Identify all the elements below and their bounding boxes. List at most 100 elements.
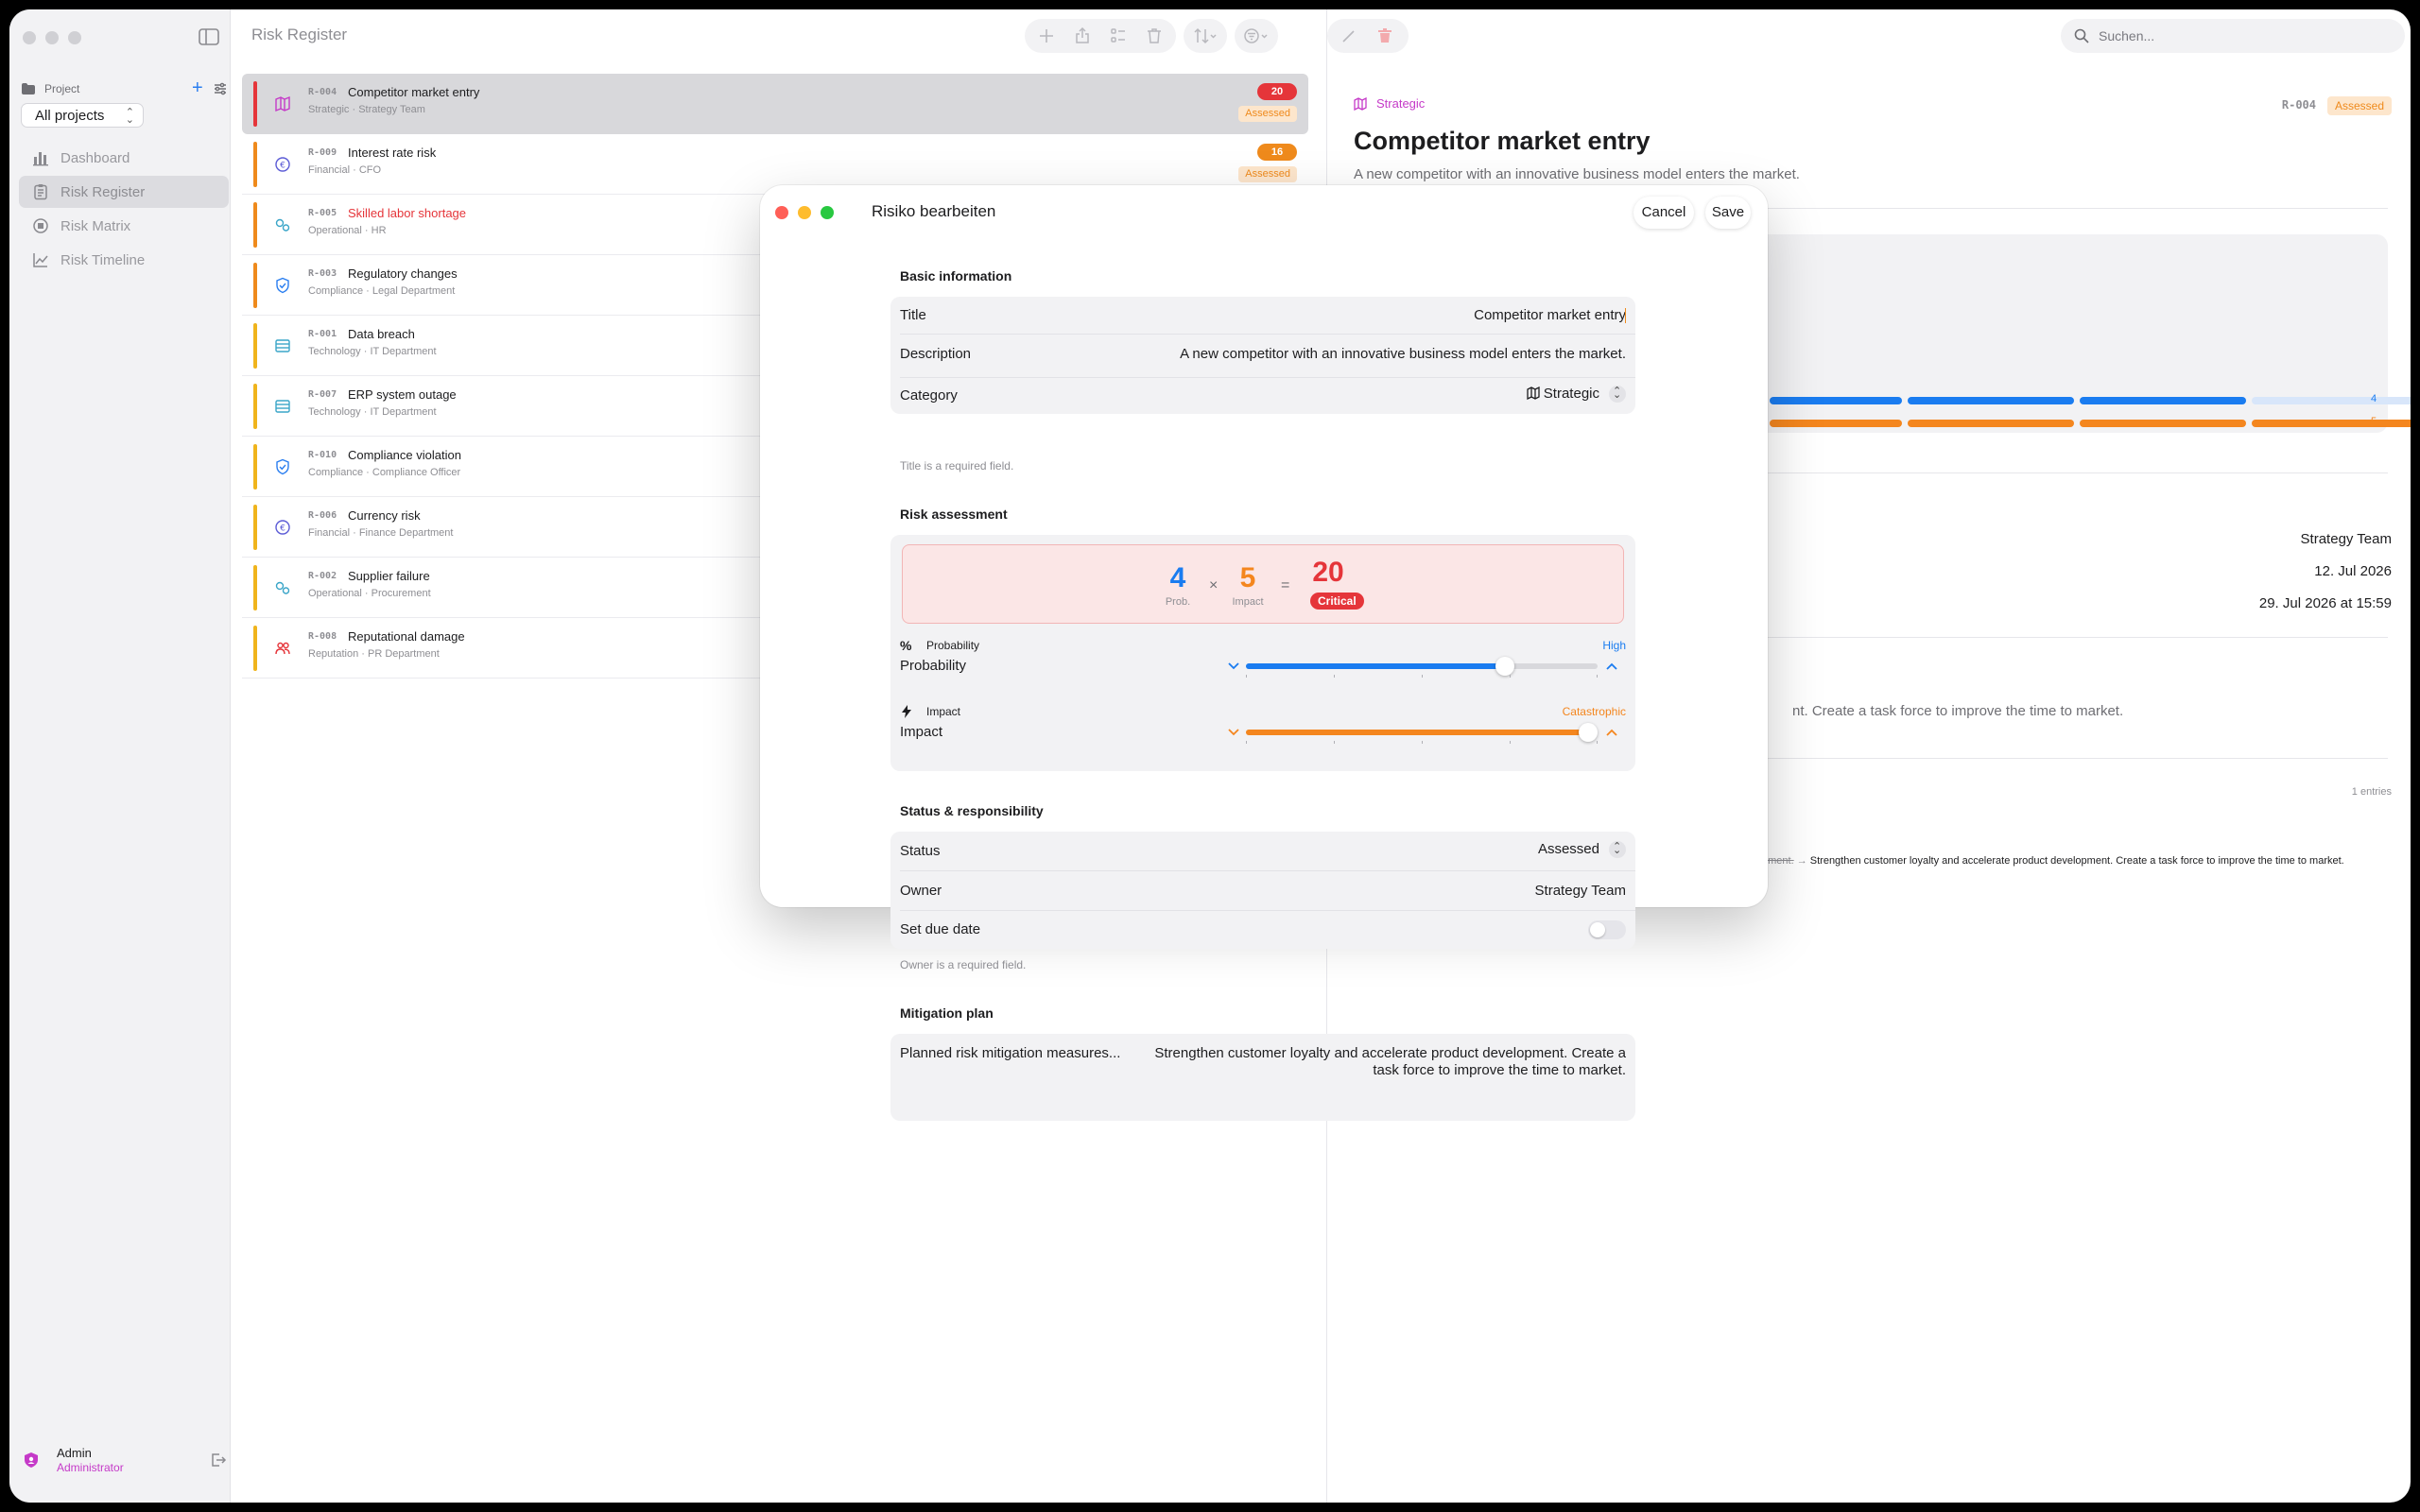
impact-level: Catastrophic (1562, 705, 1626, 718)
probability-slider[interactable] (1246, 657, 1598, 676)
user-panel: Admin Administrator (23, 1446, 227, 1474)
chevron-up-icon[interactable] (1605, 660, 1618, 673)
slider-knob[interactable] (1495, 657, 1514, 676)
delete-risk-button[interactable] (1371, 22, 1399, 50)
chevron-down-icon[interactable] (1227, 660, 1240, 673)
detail-actions (1327, 19, 1409, 53)
toolbar (1025, 19, 1278, 53)
risk-id: R-007 (308, 389, 337, 400)
checklist-button[interactable] (1104, 22, 1132, 50)
edit-button[interactable] (1335, 22, 1363, 50)
sort-menu[interactable] (1184, 19, 1227, 53)
map-icon (274, 95, 291, 112)
description-input[interactable]: A new competitor with an innovative busi… (1180, 346, 1626, 362)
search-icon (2074, 28, 2089, 43)
risk-subtitle: Compliance · Legal Department (308, 285, 456, 297)
save-button[interactable]: Save (1705, 197, 1751, 229)
sidebar-item-risk-matrix[interactable]: Risk Matrix (19, 210, 229, 242)
impact-slider[interactable] (1246, 723, 1598, 742)
sidebar-item-risk-register[interactable]: Risk Register (19, 176, 229, 208)
risk-id: R-001 (308, 329, 337, 339)
minimize-dialog-button[interactable] (798, 206, 811, 219)
chevron-down-icon[interactable] (1227, 726, 1240, 739)
delete-button[interactable] (1140, 22, 1168, 50)
risk-id: R-003 (308, 268, 337, 279)
clipboard-icon (34, 184, 47, 200)
title-label: Title (900, 307, 926, 323)
server-icon (274, 337, 291, 354)
page-title: Risk Register (251, 26, 348, 43)
sliders-icon[interactable] (213, 81, 228, 96)
risk-subtitle: Reputation · PR Department (308, 648, 440, 660)
title-input[interactable]: Competitor market entry (1474, 307, 1626, 323)
add-risk-button[interactable] (1032, 22, 1061, 50)
close-window-button[interactable] (23, 31, 36, 44)
due-date-field-row: Set due date (890, 911, 1635, 949)
minimize-window-button[interactable] (45, 31, 59, 44)
slider-knob[interactable] (1579, 723, 1598, 742)
owner-hint: Owner is a required field. (900, 958, 1027, 971)
history-entry: pment. → Strengthen customer loyalty and… (1762, 854, 2386, 868)
risk-id: R-005 (308, 208, 337, 218)
owner-input[interactable]: Strategy Team (1535, 883, 1626, 899)
risk-subtitle: Financial · CFO (308, 164, 382, 176)
zoom-dialog-button[interactable] (821, 206, 834, 219)
close-dialog-button[interactable] (775, 206, 788, 219)
zoom-window-button[interactable] (68, 31, 81, 44)
equals-sign: = (1281, 577, 1290, 593)
cancel-button[interactable]: Cancel (1634, 197, 1694, 229)
sort-icon (1191, 22, 1219, 50)
impact-value: 5 (2371, 416, 2377, 427)
risk-owner: Compliance Officer (372, 467, 461, 478)
mitigation-field-row: Planned risk mitigation measures... Stre… (890, 1034, 1635, 1121)
impact-bar (1770, 420, 2411, 427)
search-field[interactable]: Suchen... (2061, 19, 2405, 53)
severity-bar (253, 202, 257, 248)
updated-value: 29. Jul 2026 at 15:59 (2258, 595, 2392, 611)
shield-check-icon (274, 277, 291, 294)
risk-category: Compliance (308, 285, 364, 297)
gears-icon (274, 216, 291, 233)
impact-label: Impact (900, 724, 943, 740)
basic-info-group: Title Competitor market entry Descriptio… (890, 297, 1635, 414)
category-select[interactable]: Strategic (1526, 385, 1626, 404)
severity-bar (253, 142, 257, 187)
risk-title: Data breach (348, 327, 415, 341)
probability-number: 4 (1169, 562, 1186, 593)
risk-id: R-009 (308, 147, 337, 158)
window-controls (23, 31, 81, 44)
sidebar-toggle-icon[interactable] (197, 26, 221, 48)
mitigation-input[interactable]: Strengthen customer loyalty and accelera… (1134, 1045, 1626, 1079)
risk-subtitle: Strategic · Strategy Team (308, 104, 425, 115)
status-group: Status Assessed Owner Strategy Team Set … (890, 832, 1635, 949)
risk-subtitle: Technology · IT Department (308, 346, 437, 357)
due-date-toggle[interactable] (1588, 920, 1626, 939)
risk-title: Skilled labor shortage (348, 206, 467, 220)
risk-id: R-010 (308, 450, 337, 460)
add-project-icon[interactable]: + (192, 78, 203, 97)
project-select[interactable]: All projects ⌃ ⌄ (21, 103, 144, 128)
detail-category-label: Strategic (1376, 96, 1426, 111)
risk-list-item[interactable]: R-004 Competitor market entry Strategic … (242, 74, 1308, 134)
impact-number: 5 (1239, 562, 1256, 593)
chevron-up-icon[interactable] (1605, 726, 1618, 739)
risk-score: 20 (1312, 557, 1344, 588)
probability-label: Probability (900, 658, 967, 674)
dialog-window-controls (775, 206, 834, 219)
title-hint: Title is a required field. (900, 459, 1014, 472)
logout-icon[interactable] (210, 1452, 227, 1469)
risk-owner: Legal Department (372, 285, 456, 297)
risk-category: Strategic (308, 104, 350, 115)
status-select[interactable]: Assessed (1538, 840, 1626, 859)
owner-label: Owner (900, 883, 942, 899)
risk-subtitle: Financial · Finance Department (308, 527, 454, 539)
risk-owner: Strategy Team (358, 104, 425, 115)
filter-menu[interactable] (1235, 19, 1278, 53)
share-button[interactable] (1068, 22, 1097, 50)
section-basic-heading: Basic information (900, 268, 1012, 284)
server-icon (274, 398, 291, 415)
sidebar-item-dashboard[interactable]: Dashboard (19, 142, 229, 174)
sidebar-item-risk-timeline[interactable]: Risk Timeline (19, 244, 229, 276)
risk-subtitle: Compliance · Compliance Officer (308, 467, 461, 478)
category-label: Category (900, 387, 958, 404)
